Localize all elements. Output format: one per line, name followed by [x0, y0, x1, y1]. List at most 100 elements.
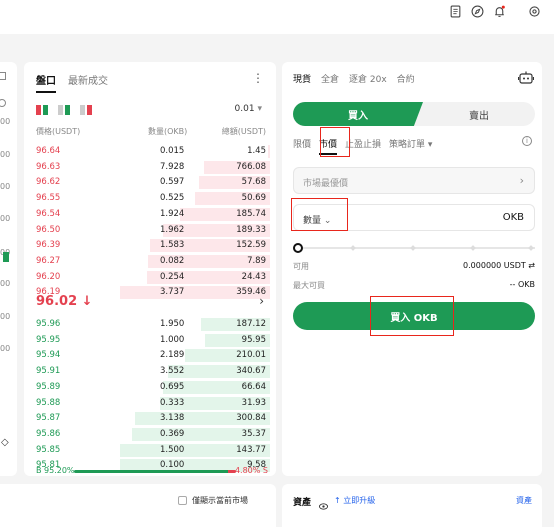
strip-value: 00 — [0, 117, 11, 126]
market-price-field: 市場最優價 › — [293, 167, 535, 194]
row-amount: 7.928 — [160, 161, 185, 172]
row-price: 95.88 — [36, 397, 61, 408]
row-amount: 0.082 — [160, 255, 185, 266]
row-price: 95.91 — [36, 366, 61, 377]
expand-icon[interactable]: ◇ — [1, 437, 9, 448]
ask-row[interactable]: 96.27 0.082 7.89 — [24, 254, 276, 268]
eye-icon[interactable] — [319, 496, 328, 510]
row-amount: 0.015 — [160, 146, 185, 156]
row-total: 50.69 — [241, 193, 266, 204]
upgrade-link[interactable]: ↑ 立即升級 — [334, 495, 375, 506]
ask-row[interactable]: 96.55 0.525 50.69 — [24, 192, 276, 206]
available-value[interactable]: 0.000000 USDT ⇄ — [463, 261, 535, 270]
sell-tab[interactable]: 賣出 — [423, 102, 535, 126]
price-header: 價格(USDT) — [36, 127, 81, 136]
strip-value: 00 — [0, 279, 11, 288]
tab-orderbook[interactable]: 盤口 — [36, 72, 56, 93]
total-header: 總額(USDT) — [221, 127, 266, 136]
bid-row[interactable]: 95.94 2.189 210.01 — [24, 349, 276, 363]
row-amount: 1.924 — [160, 208, 185, 219]
row-total: 143.77 — [236, 444, 266, 455]
ask-row[interactable]: 96.50 1.962 189.33 — [24, 223, 276, 237]
bids-only-mode-icon[interactable] — [58, 105, 72, 115]
row-total: 340.67 — [236, 366, 266, 377]
ask-row[interactable]: 96.64 0.015 1.45 — [24, 145, 276, 158]
top-bar — [0, 0, 554, 34]
available-label: 可用 — [293, 262, 309, 271]
buy-tab[interactable]: 買入 — [293, 102, 423, 126]
chevron-right-icon[interactable]: › — [520, 174, 524, 187]
row-price: 95.96 — [36, 319, 61, 329]
ask-row[interactable]: 96.63 7.928 766.08 — [24, 160, 276, 174]
bid-row[interactable]: 95.86 0.369 35.37 — [24, 427, 276, 441]
tab-limit[interactable]: 限價 — [293, 137, 311, 155]
row-amount: 3.737 — [160, 287, 185, 298]
row-total: 7.89 — [247, 255, 266, 266]
tab-strategy-order[interactable]: 策略訂單 ▾ — [389, 137, 432, 155]
tab-tp-sl[interactable]: 止盈止損 — [345, 137, 381, 155]
price-down-arrow-icon: ↓ — [81, 294, 93, 309]
slider-handle[interactable] — [293, 243, 303, 253]
bid-row[interactable]: 95.96 1.950 187.12 — [24, 318, 276, 331]
chevron-right-icon[interactable]: › — [259, 294, 264, 308]
settings-icon[interactable] — [527, 4, 541, 18]
row-price: 95.87 — [36, 413, 61, 424]
compass-icon[interactable] — [470, 4, 484, 18]
tab-isolated-margin[interactable]: 逐倉 20x — [349, 72, 387, 85]
row-total: 35.37 — [241, 428, 266, 439]
amount-slider[interactable] — [293, 243, 535, 253]
buy-ratio-label: B 95.20% — [36, 466, 75, 475]
assets-title: 資產 — [293, 498, 312, 508]
row-amount: 3.552 — [160, 366, 185, 377]
both-sides-mode-icon[interactable] — [36, 105, 50, 115]
info-icon[interactable]: i — [522, 136, 532, 146]
bid-row[interactable]: 95.87 3.138 300.84 — [24, 412, 276, 426]
trade-panel: 現貨 全倉 逐倉 20x 合約 買入 賣出 限價 市價 止盈止損 策略訂單 ▾ … — [282, 62, 542, 476]
max-buy-label: 最大可買 — [293, 281, 325, 290]
only-current-market-checkbox[interactable] — [178, 496, 187, 505]
buy-sell-ratio: B 95.20% 4.80% S — [36, 466, 268, 476]
tab-latest-trades[interactable]: 最新成交 — [68, 72, 108, 93]
row-amount: 3.138 — [160, 413, 185, 424]
ask-row[interactable]: 96.62 0.597 57.68 — [24, 176, 276, 190]
buy-sell-toggle: 買入 賣出 — [293, 102, 535, 126]
bot-icon[interactable] — [517, 69, 535, 84]
bid-row[interactable]: 95.95 1.000 95.95 — [24, 333, 276, 347]
bid-row[interactable]: 95.91 3.552 340.67 — [24, 365, 276, 379]
circle-icon[interactable] — [0, 99, 6, 107]
only-current-market-label: 僅顯示當前市場 — [192, 496, 248, 505]
row-amount: 1.950 — [160, 319, 185, 329]
ask-row[interactable]: 96.39 1.583 152.59 — [24, 239, 276, 253]
bid-row[interactable]: 95.85 1.500 143.77 — [24, 443, 276, 457]
more-options-icon[interactable]: ⋮ — [252, 71, 264, 85]
asks-only-mode-icon[interactable] — [80, 105, 94, 115]
chevron-down-icon: ▾ — [257, 104, 262, 114]
assets-link[interactable]: 資產 — [516, 495, 532, 506]
bid-row[interactable]: 95.89 0.695 66.64 — [24, 380, 276, 394]
display-mode-selector — [36, 105, 94, 115]
last-price[interactable]: 96.02 ↓ — [36, 294, 93, 309]
orderbook-panel: 盤口 最新成交 ⋮ 0.01 ▾ 價格(USDT) 數量(OKB) 總額(USD… — [24, 62, 276, 476]
row-price: 96.64 — [36, 146, 61, 156]
highlight-box — [370, 296, 454, 336]
row-total: 189.33 — [236, 224, 266, 235]
square-icon[interactable] — [0, 72, 6, 80]
tab-cross-margin[interactable]: 全倉 — [321, 72, 339, 85]
precision-select[interactable]: 0.01 ▾ — [235, 104, 262, 114]
row-amount: 0.525 — [160, 193, 185, 204]
highlight-box — [320, 127, 350, 157]
row-total: 66.64 — [241, 381, 266, 392]
ask-row[interactable]: 96.20 0.254 24.43 — [24, 270, 276, 284]
row-total: 1.45 — [247, 146, 266, 156]
ask-row[interactable]: 96.54 1.924 185.74 — [24, 207, 276, 221]
buy-ratio-bar — [74, 470, 228, 473]
row-price: 95.95 — [36, 334, 61, 345]
row-price: 95.86 — [36, 428, 61, 439]
left-strip-panel: 00 00 00 00 00 00 00 00 ◇ — [0, 62, 17, 476]
document-icon[interactable] — [448, 4, 462, 18]
tab-contract[interactable]: 合約 — [397, 72, 415, 85]
bell-icon[interactable] — [492, 4, 506, 18]
row-price: 95.85 — [36, 444, 61, 455]
bid-row[interactable]: 95.88 0.333 31.93 — [24, 396, 276, 410]
tab-spot[interactable]: 現貨 — [293, 72, 311, 85]
